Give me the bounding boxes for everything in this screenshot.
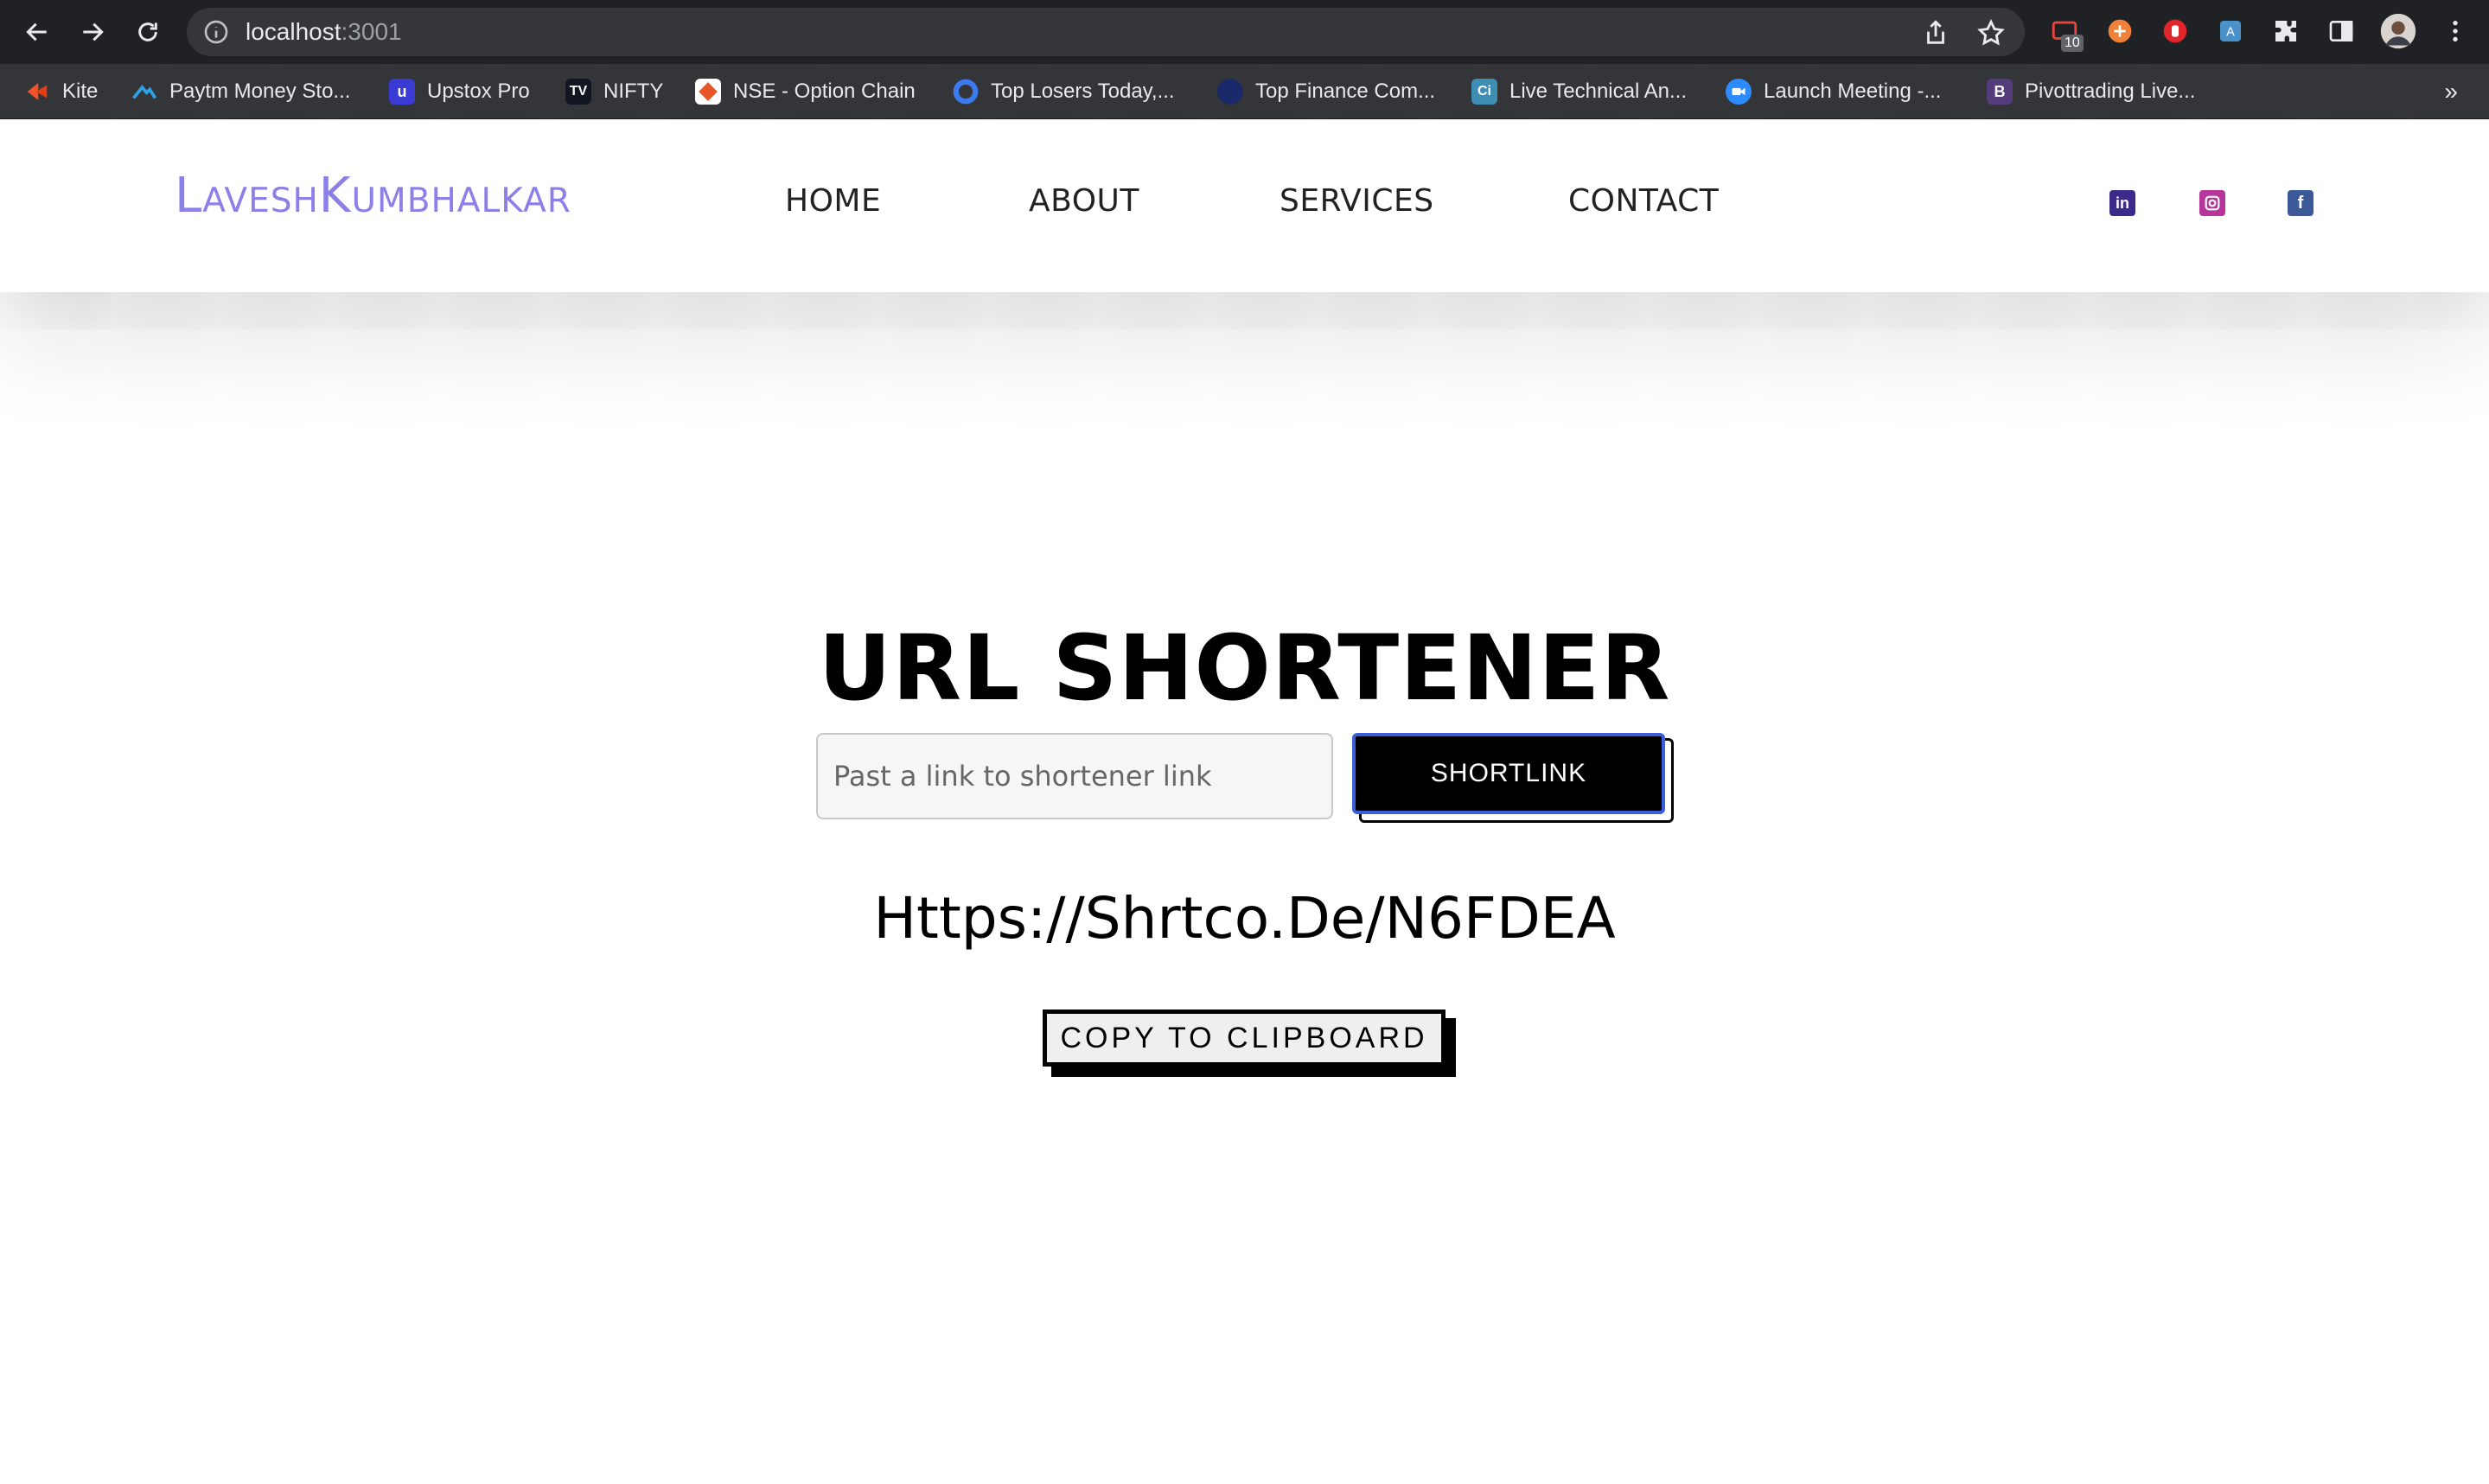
profile-avatar[interactable] bbox=[2379, 12, 2417, 50]
bookmark-item[interactable]: Top Finance Com... bbox=[1217, 76, 1435, 107]
shortlink-button[interactable]: SHORTLINK bbox=[1352, 733, 1665, 814]
bookmark-item[interactable]: Launch Meeting -... bbox=[1726, 76, 1941, 107]
bookmark-item[interactable]: Kite bbox=[24, 76, 98, 107]
bookmarks-bar: Kite Paytm Money Sto... u Upstox Pro TV … bbox=[0, 64, 2489, 119]
zoom-icon bbox=[1726, 79, 1752, 105]
instagram-icon[interactable] bbox=[2199, 190, 2225, 216]
bookmark-item[interactable]: Top Losers Today,... bbox=[953, 76, 1175, 107]
nse-icon bbox=[695, 79, 721, 105]
address-bar[interactable]: localhost:3001 bbox=[187, 8, 2025, 56]
copy-to-clipboard-button[interactable]: COPY TO CLIPBOARD bbox=[1043, 1010, 1446, 1067]
orange-extension-icon[interactable] bbox=[2104, 16, 2135, 47]
bootstrap-b-icon: B bbox=[1987, 79, 2013, 105]
share-icon[interactable] bbox=[1921, 18, 1950, 48]
bookmark-item[interactable]: B Pivottrading Live... bbox=[1987, 76, 2195, 107]
bookmark-item[interactable]: Ci Live Technical An... bbox=[1471, 76, 1687, 107]
forward-arrow-icon[interactable] bbox=[73, 12, 112, 52]
extensions-puzzle-icon[interactable] bbox=[2270, 16, 2301, 47]
upstox-icon: u bbox=[389, 79, 415, 105]
url-input[interactable] bbox=[816, 733, 1333, 819]
svg-text:A: A bbox=[2226, 25, 2235, 39]
side-panel-icon[interactable] bbox=[2326, 16, 2357, 47]
linkedin-icon[interactable]: in bbox=[2109, 190, 2135, 216]
nav-services[interactable]: SERVICES bbox=[1280, 183, 1434, 219]
page-title: URL SHORTENER bbox=[818, 615, 1671, 721]
copy-button-group: COPY TO CLIPBOARD bbox=[1043, 1010, 1456, 1077]
facebook-icon[interactable]: f bbox=[2288, 190, 2313, 216]
short-url-result: Https://Shrtco.De/N6FDEA bbox=[873, 885, 1616, 952]
back-arrow-icon[interactable] bbox=[17, 12, 57, 52]
translate-extension-icon[interactable]: A bbox=[2215, 16, 2246, 47]
bookmark-item[interactable]: u Upstox Pro bbox=[389, 76, 530, 107]
extension-badge: 10 bbox=[2061, 35, 2084, 52]
paytm-money-icon bbox=[131, 79, 157, 105]
address-text: localhost:3001 bbox=[246, 18, 402, 45]
reload-icon[interactable] bbox=[128, 12, 168, 52]
nav-home[interactable]: HOME bbox=[785, 183, 881, 219]
bookmark-item[interactable]: TV NIFTY bbox=[565, 76, 663, 107]
adblock-hand-icon[interactable] bbox=[2160, 16, 2191, 47]
bookmark-item[interactable]: NSE - Option Chain bbox=[695, 76, 916, 107]
browser-toolbar: localhost:3001 10 A bbox=[0, 0, 2489, 64]
tradingview-icon: TV bbox=[565, 79, 591, 105]
bookmark-item[interactable]: Paytm Money Sto... bbox=[131, 76, 350, 107]
browser-menu-icon[interactable] bbox=[2440, 16, 2471, 47]
nav-contact[interactable]: CONTACT bbox=[1568, 183, 1719, 219]
more-bookmarks-icon[interactable]: » bbox=[2444, 78, 2458, 105]
investing-ci-icon: Ci bbox=[1471, 79, 1497, 105]
site-logo[interactable]: LaveshKumbhalkar bbox=[175, 168, 571, 224]
finance-icon bbox=[1217, 79, 1243, 105]
kite-icon bbox=[24, 79, 50, 105]
nav-about[interactable]: ABOUT bbox=[1029, 183, 1139, 219]
shortlink-button-group: SHORTLINK bbox=[1352, 733, 1674, 823]
site-header: LaveshKumbhalkar HOME ABOUT SERVICES CON… bbox=[0, 119, 2489, 292]
top-losers-icon bbox=[953, 79, 979, 105]
bookmark-star-icon[interactable] bbox=[1976, 18, 2006, 48]
site-info-icon[interactable] bbox=[202, 18, 230, 46]
